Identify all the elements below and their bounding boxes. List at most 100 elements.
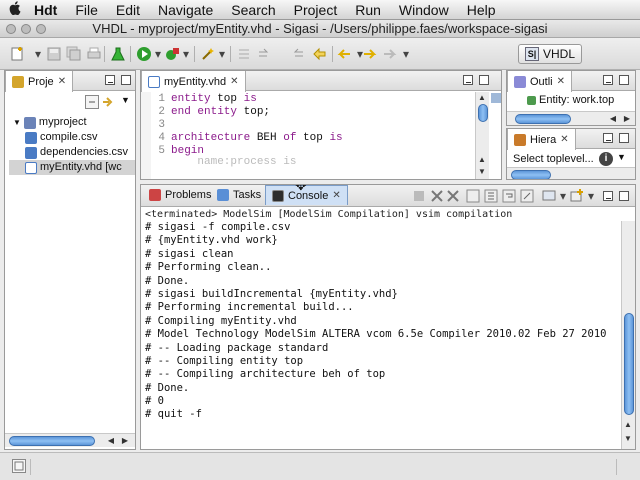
outline-hscrollbar[interactable]: ◀ ▶ bbox=[507, 111, 635, 125]
bottom-panel: Problems Tasks Console ✕ ✥ ▾ ▾ <terminat… bbox=[140, 184, 636, 450]
hierarchy-select-toplevel[interactable]: Select toplevel... bbox=[513, 153, 594, 165]
close-icon[interactable]: ✕ bbox=[332, 190, 340, 201]
tab-project-explorer[interactable]: Proje ✕ bbox=[5, 71, 74, 92]
scroll-lock-icon[interactable] bbox=[483, 188, 499, 204]
project-explorer-view: Proje ✕ ▼ ▼ myproject compile.csv dependenc… bbox=[4, 70, 136, 450]
minimize-view-icon[interactable] bbox=[603, 191, 613, 201]
minimize-view-icon[interactable] bbox=[463, 75, 473, 85]
bottom-panel-tabbar: Problems Tasks Console ✕ ✥ ▾ ▾ bbox=[141, 185, 635, 207]
project-explorer-tabbar: Proje ✕ bbox=[5, 71, 135, 92]
terminate-icon[interactable] bbox=[411, 188, 427, 204]
scroll-right-icon[interactable]: ▶ bbox=[119, 435, 131, 447]
project-explorer-hscrollbar[interactable]: ◀ ▶ bbox=[5, 433, 135, 447]
close-icon[interactable]: ✕ bbox=[560, 134, 568, 145]
scroll-down-icon[interactable]: ▼ bbox=[476, 166, 488, 178]
maximize-view-icon[interactable] bbox=[121, 75, 131, 85]
forward-arrow-disabled-icon[interactable] bbox=[382, 46, 398, 62]
prev-annotation-icon[interactable] bbox=[256, 46, 272, 62]
scroll-up-icon[interactable]: ▲ bbox=[476, 92, 488, 104]
tab-tasks[interactable]: Tasks bbox=[211, 185, 267, 205]
view-menu-icon[interactable]: ▼ bbox=[617, 152, 629, 166]
new-file-icon[interactable] bbox=[10, 46, 26, 62]
tree-item[interactable]: compile.csv bbox=[9, 130, 135, 145]
minimize-view-icon[interactable] bbox=[603, 75, 613, 85]
close-icon[interactable]: ✕ bbox=[557, 76, 565, 87]
menu-edit[interactable]: Edit bbox=[107, 2, 149, 18]
console-line: # Done. bbox=[145, 274, 190, 287]
clear-console-icon[interactable] bbox=[465, 188, 481, 204]
menu-navigate[interactable]: Navigate bbox=[149, 2, 222, 18]
maximize-view-icon[interactable] bbox=[479, 75, 489, 85]
editor-vscrollbar[interactable]: ▲ ▲ ▼ bbox=[475, 92, 489, 179]
maximize-view-icon[interactable] bbox=[619, 133, 629, 143]
close-icon[interactable]: ✕ bbox=[58, 76, 66, 87]
collapse-all-icon[interactable] bbox=[85, 95, 99, 109]
dropdown-arrow-icon[interactable]: ▾ bbox=[30, 46, 46, 62]
info-icon[interactable]: i bbox=[599, 152, 613, 166]
forward-icon[interactable] bbox=[362, 46, 378, 62]
project-explorer-icon bbox=[12, 75, 24, 88]
console-vscrollbar[interactable]: ▲ ▼ bbox=[621, 221, 635, 449]
tab-hierarchy[interactable]: Hiera ✕ bbox=[507, 129, 576, 150]
overview-ruler-marker[interactable] bbox=[491, 93, 501, 103]
hierarchy-hscrollbar[interactable] bbox=[507, 167, 635, 179]
menu-window[interactable]: Window bbox=[390, 2, 458, 18]
remove-launch-icon[interactable] bbox=[429, 188, 445, 204]
console-output[interactable]: # sigasi -f compile.csv # {myEntity.vhd w… bbox=[145, 221, 606, 422]
scroll-up-icon[interactable]: ▲ bbox=[476, 154, 488, 166]
perspective-switcher-vhdl[interactable]: S| VHDL bbox=[517, 44, 582, 64]
vscroll-thumb[interactable] bbox=[478, 104, 488, 122]
tree-item[interactable]: ▼ myproject bbox=[9, 115, 135, 130]
fast-view-icon[interactable] bbox=[12, 459, 26, 473]
scroll-left-icon[interactable]: ◀ bbox=[105, 435, 117, 447]
apple-menu-icon[interactable] bbox=[0, 1, 30, 18]
view-menu-icon[interactable]: ▼ bbox=[121, 95, 131, 109]
editor-text-area[interactable]: 1 entity top is 2 end entity top; 3 4 architec… bbox=[147, 93, 477, 179]
scroll-left-icon[interactable]: ◀ bbox=[607, 113, 619, 125]
tree-item[interactable]: myEntity.vhd [wc bbox=[9, 160, 135, 175]
forward-dropdown-icon[interactable]: ▾ bbox=[398, 46, 414, 62]
tab-outline[interactable]: Outli ✕ bbox=[507, 71, 573, 92]
last-edit-location-icon[interactable] bbox=[312, 46, 328, 62]
minimize-view-icon[interactable] bbox=[105, 75, 115, 85]
scroll-down-icon[interactable]: ▼ bbox=[622, 433, 634, 445]
next-annotation-icon[interactable] bbox=[290, 46, 306, 62]
open-console-dropdown-icon[interactable]: ▾ bbox=[583, 188, 599, 204]
menu-run[interactable]: Run bbox=[346, 2, 390, 18]
back-icon[interactable] bbox=[336, 46, 352, 62]
pin-console-icon[interactable] bbox=[519, 188, 535, 204]
wand-dropdown-icon[interactable]: ▾ bbox=[214, 46, 230, 62]
console-line: # Compiling myEntity.vhd bbox=[145, 314, 297, 327]
remove-all-terminated-icon[interactable] bbox=[445, 188, 461, 204]
tab-problems[interactable]: Problems bbox=[143, 185, 217, 205]
save-icon[interactable] bbox=[46, 46, 62, 62]
tab-myentity-vhd[interactable]: myEntity.vhd ✕ bbox=[141, 71, 246, 92]
menu-search[interactable]: Search bbox=[222, 2, 284, 18]
save-all-icon[interactable] bbox=[66, 46, 82, 62]
tab-label: Problems bbox=[165, 189, 212, 201]
tree-item[interactable]: dependencies.csv bbox=[9, 145, 135, 160]
word-wrap-icon[interactable] bbox=[501, 188, 517, 204]
maximize-view-icon[interactable] bbox=[619, 191, 629, 201]
menu-file[interactable]: File bbox=[66, 2, 107, 18]
annotation-nav-icon[interactable] bbox=[236, 46, 252, 62]
scroll-right-icon[interactable]: ▶ bbox=[621, 113, 633, 125]
print-icon[interactable] bbox=[86, 46, 102, 62]
external-tools-dropdown-icon[interactable]: ▾ bbox=[178, 46, 194, 62]
menu-app-hdt[interactable]: Hdt bbox=[30, 2, 66, 18]
maximize-view-icon[interactable] bbox=[619, 75, 629, 85]
hscroll-thumb[interactable] bbox=[9, 436, 95, 446]
minimize-view-icon[interactable] bbox=[603, 133, 613, 143]
link-with-editor-icon[interactable] bbox=[101, 95, 117, 109]
outline-item[interactable]: Entity: work.top bbox=[527, 94, 614, 106]
scroll-up-icon[interactable]: ▲ bbox=[622, 419, 634, 431]
hscroll-thumb[interactable] bbox=[515, 114, 571, 124]
vhdl-perspective-icon: S| bbox=[524, 47, 539, 61]
vscroll-thumb[interactable] bbox=[624, 313, 634, 415]
menu-project[interactable]: Project bbox=[285, 2, 347, 18]
menu-help[interactable]: Help bbox=[458, 2, 505, 18]
hscroll-thumb[interactable] bbox=[511, 170, 551, 179]
tree-expand-icon[interactable]: ▼ bbox=[13, 115, 21, 130]
close-icon[interactable]: ✕ bbox=[230, 76, 238, 87]
flask-icon[interactable] bbox=[110, 46, 126, 62]
